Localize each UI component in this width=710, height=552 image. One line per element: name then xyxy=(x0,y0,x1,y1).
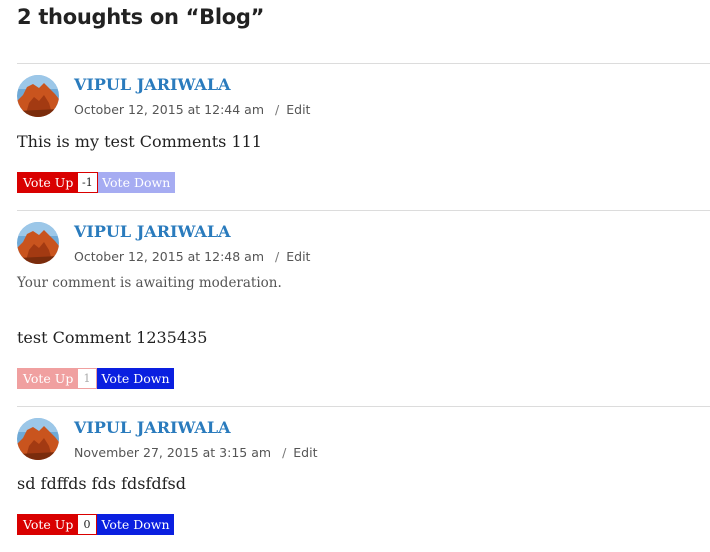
comment-date-link[interactable]: October 12, 2015 at 12:44 am xyxy=(74,102,264,117)
user-avatar-icon xyxy=(17,75,59,117)
meta-separator: / xyxy=(275,102,280,117)
vote-controls: Vote Up 1 Vote Down xyxy=(17,368,174,389)
comment-meta: October 12, 2015 at 12:44 am / Edit xyxy=(74,102,310,117)
vote-count: 0 xyxy=(77,514,97,535)
vote-down-button[interactable]: Vote Down xyxy=(97,368,174,389)
comment-item: VIPUL JARIWALA November 27, 2015 at 3:15… xyxy=(17,418,707,542)
vote-up-button[interactable]: Vote Up xyxy=(17,514,77,535)
vote-controls: Vote Up -1 Vote Down xyxy=(17,172,175,193)
moderation-notice: Your comment is awaiting moderation. xyxy=(17,275,282,291)
meta-separator: / xyxy=(275,249,280,264)
comment-text: sd fdffds fds fdsfdfsd xyxy=(17,474,186,493)
edit-link[interactable]: Edit xyxy=(293,445,317,460)
edit-link[interactable]: Edit xyxy=(286,249,310,264)
vote-down-button[interactable]: Vote Down xyxy=(97,172,175,193)
comment-author-link[interactable]: VIPUL JARIWALA xyxy=(74,222,231,241)
comment-author-link[interactable]: VIPUL JARIWALA xyxy=(74,418,231,437)
edit-link[interactable]: Edit xyxy=(286,102,310,117)
user-avatar-icon xyxy=(17,222,59,264)
comment-date-link[interactable]: November 27, 2015 at 3:15 am xyxy=(74,445,271,460)
comments-title: 2 thoughts on “Blog” xyxy=(17,5,265,29)
vote-controls: Vote Up 0 Vote Down xyxy=(17,514,174,535)
comment-meta: October 12, 2015 at 12:48 am / Edit xyxy=(74,249,310,264)
vote-down-button[interactable]: Vote Down xyxy=(97,514,174,535)
comment-text: test Comment 1235435 xyxy=(17,328,208,347)
comment-author-link[interactable]: VIPUL JARIWALA xyxy=(74,75,231,94)
divider xyxy=(17,406,710,407)
vote-up-button[interactable]: Vote Up xyxy=(17,172,77,193)
vote-count: 1 xyxy=(77,368,97,389)
divider xyxy=(17,210,710,211)
comment-text: This is my test Comments 111 xyxy=(17,132,262,151)
meta-separator: / xyxy=(282,445,287,460)
divider xyxy=(17,63,710,64)
comment-item: VIPUL JARIWALA October 12, 2015 at 12:48… xyxy=(17,222,707,392)
comment-meta: November 27, 2015 at 3:15 am / Edit xyxy=(74,445,318,460)
user-avatar-icon xyxy=(17,418,59,460)
comment-item: VIPUL JARIWALA October 12, 2015 at 12:44… xyxy=(17,75,707,195)
vote-up-button[interactable]: Vote Up xyxy=(17,368,77,389)
comment-date-link[interactable]: October 12, 2015 at 12:48 am xyxy=(74,249,264,264)
vote-count: -1 xyxy=(77,172,98,193)
